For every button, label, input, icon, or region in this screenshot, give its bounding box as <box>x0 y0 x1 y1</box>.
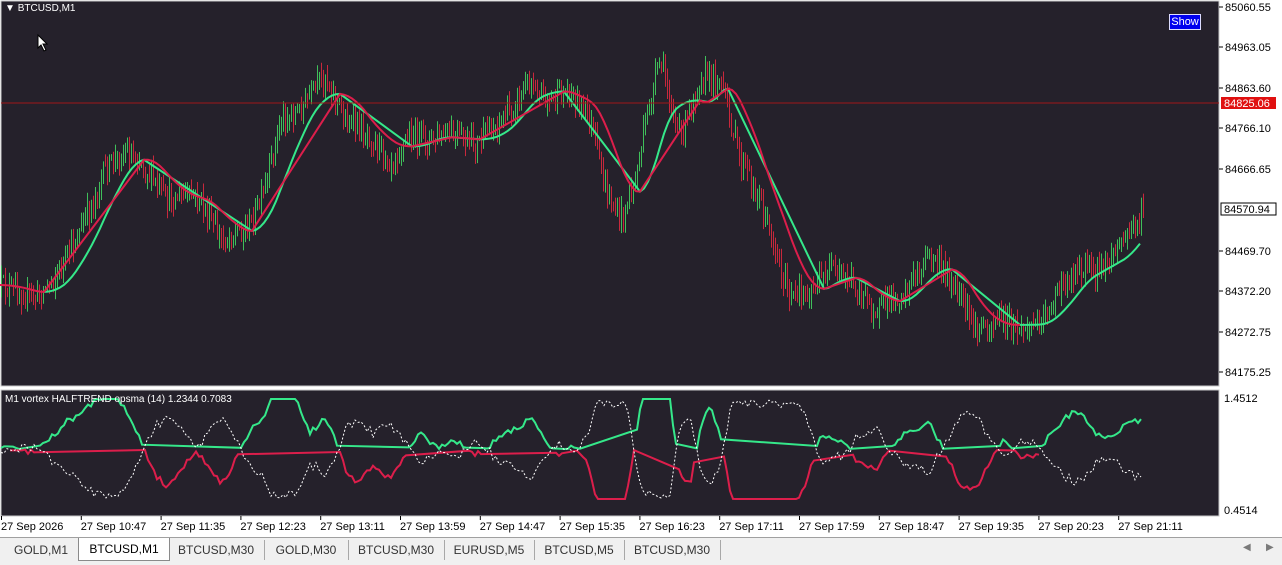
time-tick-label: 27 Sep 2026 <box>1 521 63 533</box>
current-price-label: 84825.06 <box>1224 98 1270 110</box>
tab-btcusd-m5[interactable]: BTCUSD,M5 <box>534 540 625 560</box>
chart-tab-bar: GOLD,M1 BTCUSD,M1 BTCUSD,M30 GOLD,M30 BT… <box>0 537 1282 565</box>
show-button[interactable]: Show <box>1169 14 1201 30</box>
price-tick-label: 85060.55 <box>1225 2 1271 14</box>
time-tick-label: 27 Sep 18:47 <box>879 521 944 533</box>
tab-eurusd-m5[interactable]: EURUSD,M5 <box>444 540 535 560</box>
price-tick-label: 84863.60 <box>1225 83 1271 95</box>
time-tick-label: 27 Sep 19:35 <box>959 521 1024 533</box>
indicator-tick-label: 1.4512 <box>1224 393 1258 405</box>
indicator-subwindow[interactable] <box>0 389 1220 517</box>
subwindow-title: M1 vortex HALFTREND opsma (14) 1.2344 0.… <box>5 394 232 405</box>
bid-price-label: 84570.94 <box>1224 204 1270 216</box>
indicator-tick-label: 0.4514 <box>1224 505 1258 517</box>
scroll-left-icon[interactable]: ◀ <box>1243 542 1251 553</box>
price-tick-label: 84372.20 <box>1225 286 1271 298</box>
time-tick-label: 27 Sep 14:47 <box>480 521 545 533</box>
time-tick-label: 27 Sep 13:11 <box>320 521 385 533</box>
price-tick-label: 84666.65 <box>1225 164 1271 176</box>
time-tick-label: 27 Sep 13:59 <box>400 521 465 533</box>
time-tick-label: 27 Sep 20:23 <box>1038 521 1103 533</box>
symbol-title[interactable]: ▼ BTCUSD,M1 <box>5 3 75 14</box>
price-tick-label: 84175.25 <box>1225 367 1271 379</box>
scroll-right-icon[interactable]: ▶ <box>1266 542 1274 553</box>
time-tick-label: 27 Sep 21:11 <box>1118 521 1183 533</box>
tab-gold-m30[interactable]: GOLD,M30 <box>264 540 349 560</box>
tab-btcusd-m30[interactable]: BTCUSD,M30 <box>168 540 265 560</box>
time-tick-label: 27 Sep 11:35 <box>161 521 226 533</box>
price-tick-label: 84469.70 <box>1225 246 1271 258</box>
time-tick-label: 27 Sep 10:47 <box>81 521 146 533</box>
price-tick-label: 84272.75 <box>1225 327 1271 339</box>
symbol-title-label: BTCUSD,M1 <box>17 3 76 14</box>
price-tick-label: 84766.10 <box>1225 123 1271 135</box>
tab-btcusd-m30[interactable]: BTCUSD,M30 <box>348 540 445 560</box>
time-tick-label: 27 Sep 15:35 <box>560 521 625 533</box>
time-tick-label: 27 Sep 12:23 <box>240 521 305 533</box>
tab-gold-m1[interactable]: GOLD,M1 <box>4 540 79 560</box>
tab-btcusd-m1[interactable]: BTCUSD,M1 <box>78 538 170 561</box>
dropdown-triangle-icon[interactable]: ▼ <box>5 3 15 14</box>
time-tick-label: 27 Sep 16:23 <box>639 521 704 533</box>
price-tick-label: 84963.05 <box>1225 42 1271 54</box>
time-tick-label: 27 Sep 17:59 <box>799 521 864 533</box>
chart-area[interactable]: 85060.55 84963.05 84863.60 84766.10 84666.65… <box>0 0 1282 537</box>
tab-btcusd-m30[interactable]: BTCUSD,M30 <box>624 540 721 560</box>
time-tick-label: 27 Sep 17:11 <box>719 521 784 533</box>
